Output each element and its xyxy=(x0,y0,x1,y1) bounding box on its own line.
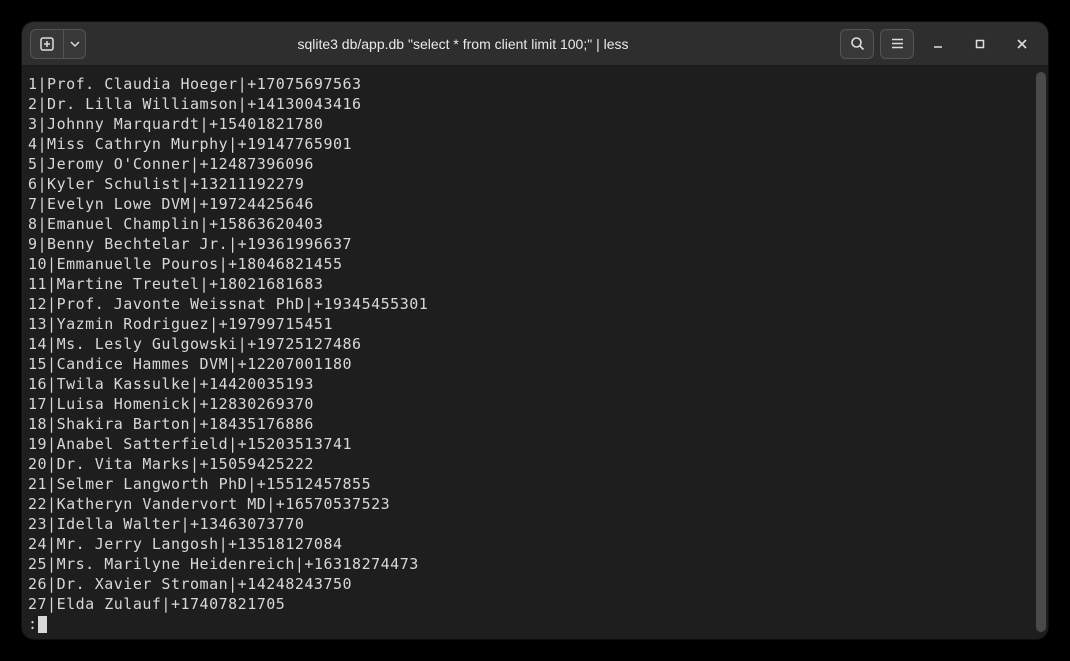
maximize-icon xyxy=(974,38,986,50)
minimize-icon xyxy=(932,38,944,50)
titlebar-left xyxy=(30,29,86,59)
hamburger-icon xyxy=(890,36,905,51)
maximize-button[interactable] xyxy=(962,29,998,59)
terminal-output: 1|Prof. Claudia Hoeger|+17075697563 2|Dr… xyxy=(28,74,1044,614)
scrollbar[interactable] xyxy=(1036,72,1046,632)
new-tab-button[interactable] xyxy=(30,29,64,59)
search-icon xyxy=(850,36,865,51)
close-icon xyxy=(1016,38,1028,50)
terminal-area[interactable]: 1|Prof. Claudia Hoeger|+17075697563 2|Dr… xyxy=(22,66,1048,639)
terminal-window: sqlite3 db/app.db "select * from client … xyxy=(22,22,1048,639)
less-prompt: : xyxy=(28,614,38,634)
minimize-button[interactable] xyxy=(920,29,956,59)
search-button[interactable] xyxy=(840,29,874,59)
new-tab-icon xyxy=(39,36,55,52)
menu-button[interactable] xyxy=(880,29,914,59)
new-tab-dropdown[interactable] xyxy=(64,29,86,59)
cursor xyxy=(38,616,47,633)
titlebar: sqlite3 db/app.db "select * from client … xyxy=(22,22,1048,66)
titlebar-right xyxy=(840,29,1040,59)
chevron-down-icon xyxy=(70,39,80,49)
less-prompt-line: : xyxy=(28,614,1044,634)
window-title: sqlite3 db/app.db "select * from client … xyxy=(90,36,836,52)
close-button[interactable] xyxy=(1004,29,1040,59)
